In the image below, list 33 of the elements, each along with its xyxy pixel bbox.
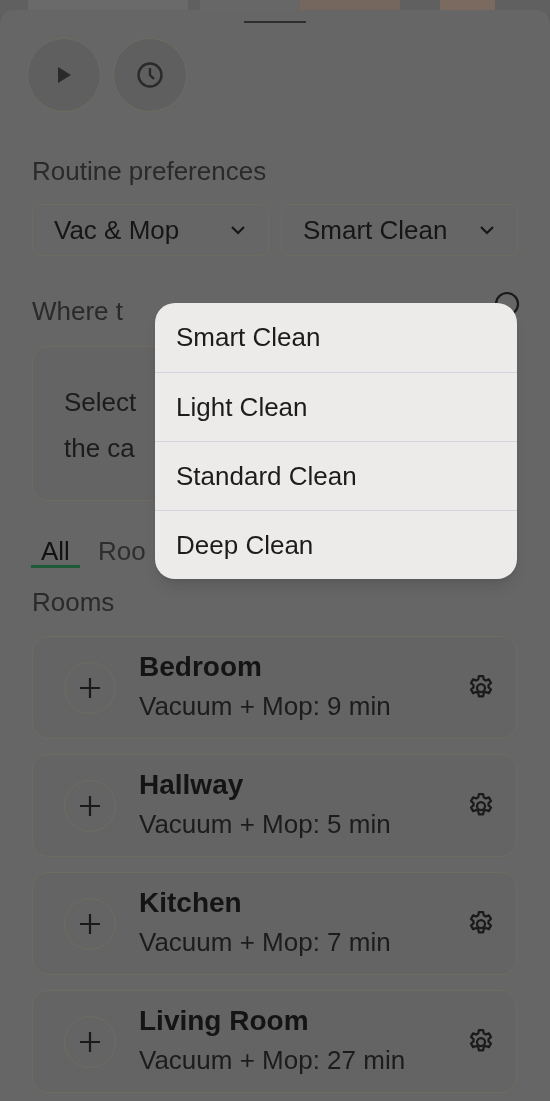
section-heading: Routine preferences <box>32 157 267 185</box>
room-detail: Vacuum + Mop: 9 min <box>139 689 391 723</box>
filter-tab[interactable]: Roo <box>97 537 146 568</box>
section-heading: Rooms <box>32 588 115 616</box>
plus-icon <box>78 675 102 700</box>
room-detail: Vacuum + Mop: 5 min <box>139 807 391 841</box>
room-card[interactable]: Kitchen Vacuum + Mop: 7 min <box>32 872 517 975</box>
chevron-down-icon <box>230 225 246 235</box>
clock-icon <box>136 61 164 89</box>
menu-item[interactable]: Deep Clean <box>155 510 517 579</box>
menu-item[interactable]: Light Clean <box>155 372 517 441</box>
filter-tab[interactable]: All <box>31 537 80 568</box>
plus-icon <box>78 793 102 818</box>
room-name: Kitchen <box>139 885 242 920</box>
room-name: Hallway <box>139 767 244 802</box>
menu-item[interactable]: Standard Clean <box>155 441 517 510</box>
room-name: Living Room <box>139 1003 309 1038</box>
menu-item[interactable]: Smart Clean <box>155 303 517 372</box>
room-card[interactable]: Bedroom Vacuum + Mop: 9 min <box>32 636 517 739</box>
dropdown-button[interactable]: Vac & Mop <box>32 204 269 256</box>
section-heading: Where t <box>32 294 124 328</box>
info-text: Select <box>64 386 137 419</box>
chevron-down-icon <box>479 225 495 235</box>
drag-handle[interactable] <box>244 21 306 23</box>
dropdown-button[interactable]: Smart Clean <box>281 204 518 256</box>
room-card[interactable]: Living Room Vacuum + Mop: 27 min <box>32 990 517 1093</box>
plus-icon <box>78 1029 102 1054</box>
room-card[interactable]: Hallway Vacuum + Mop: 5 min <box>32 754 517 857</box>
info-text: the ca <box>64 432 135 465</box>
room-detail: Vacuum + Mop: 7 min <box>139 925 391 959</box>
room-name: Bedroom <box>139 649 262 684</box>
plus-icon <box>78 911 102 936</box>
room-detail: Vacuum + Mop: 27 min <box>139 1043 406 1077</box>
